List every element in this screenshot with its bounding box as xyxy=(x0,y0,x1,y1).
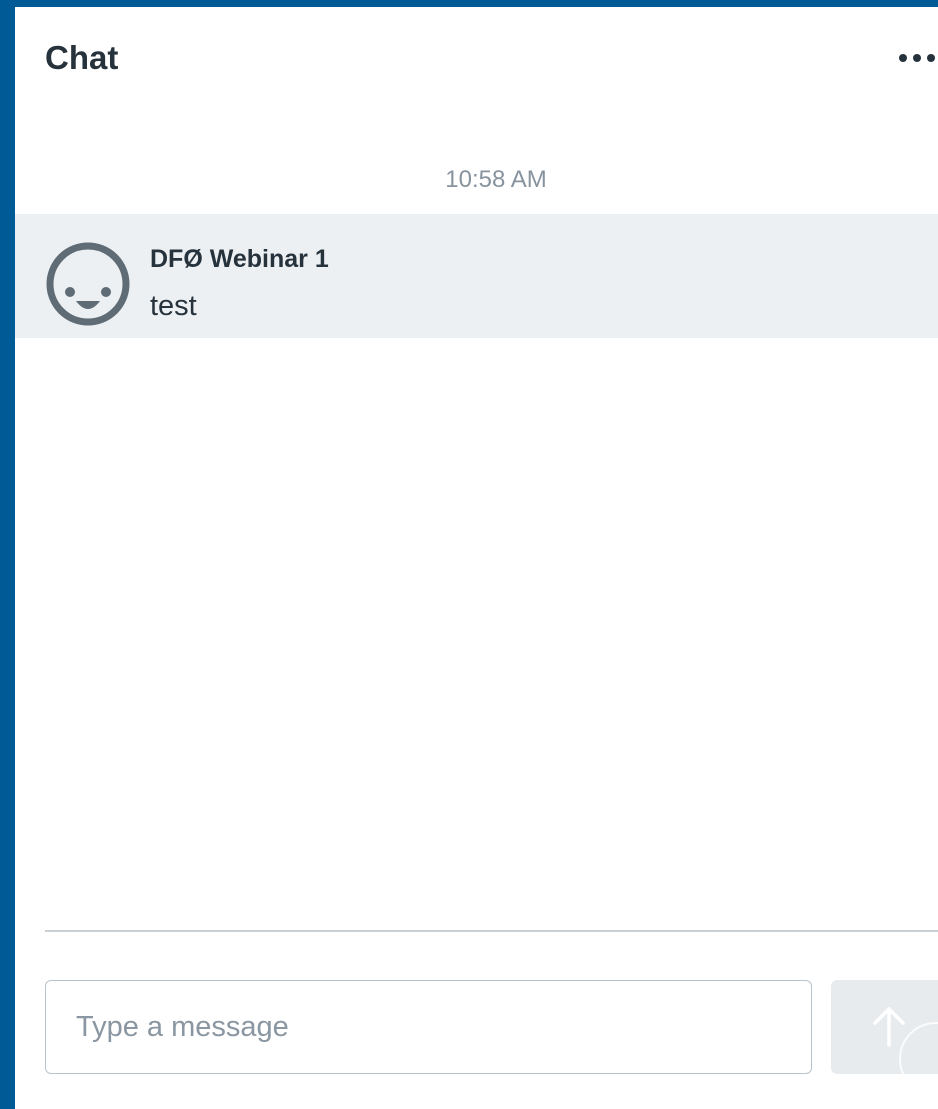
chat-title: Chat xyxy=(45,39,119,76)
more-horizontal-icon-dot xyxy=(927,54,935,62)
send-button[interactable] xyxy=(831,980,938,1074)
more-horizontal-icon xyxy=(899,54,907,62)
message-sender: DFØ Webinar 1 xyxy=(150,245,329,273)
message-text: test xyxy=(150,290,197,322)
chat-message: DFØ Webinar 1 test xyxy=(15,214,938,338)
chat-panel: Chat 10:58 AM DFØ Webinar 1 test xyxy=(15,7,938,1109)
message-input[interactable] xyxy=(45,980,812,1074)
default-avatar-icon xyxy=(46,242,130,326)
input-divider xyxy=(45,930,938,932)
more-options-button[interactable] xyxy=(875,43,935,73)
more-horizontal-icon-dot xyxy=(913,54,921,62)
message-timestamp: 10:58 AM xyxy=(445,166,547,193)
